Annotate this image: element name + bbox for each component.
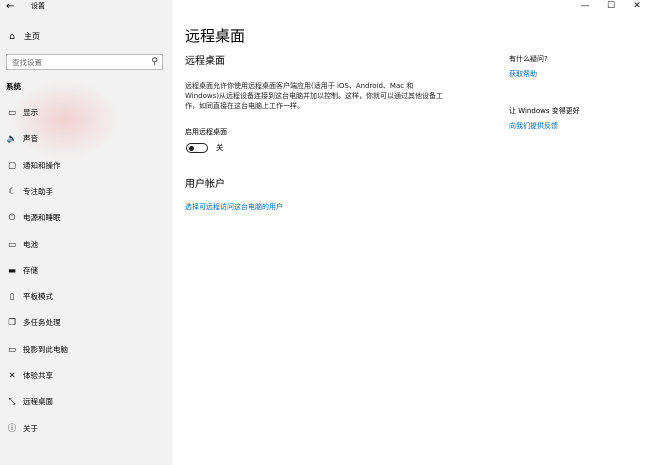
page-title: 远程桌面 xyxy=(185,27,246,45)
close-icon[interactable]: ✕ xyxy=(624,0,650,14)
multitasking-icon: ❐ xyxy=(8,318,16,329)
sidebar-item-remote-desktop[interactable]: ⤡ 远程桌面 xyxy=(0,393,172,411)
sidebar-item-label: 通知和操作 xyxy=(23,160,61,170)
sidebar-item-about[interactable]: ⓘ 关于 xyxy=(0,420,172,438)
app-title: 设置 xyxy=(31,2,45,10)
sidebar-item-label: 电池 xyxy=(23,239,38,249)
info-icon: ⓘ xyxy=(7,423,17,434)
sidebar-item-sound[interactable]: 🔈 声音 xyxy=(0,130,172,148)
shared-experiences-icon: ✕ xyxy=(8,371,16,381)
title-bar: ← 设置 xyxy=(0,0,172,14)
sidebar-item-shared-experiences[interactable]: ✕ 体验共享 xyxy=(0,367,172,385)
sidebar-item-projecting[interactable]: ▭ 投影到此电脑 xyxy=(0,341,172,359)
home-icon: ⌂ xyxy=(9,32,15,42)
sidebar-item-battery[interactable]: ▭ 电池 xyxy=(0,236,172,254)
section-title-remote-desktop: 远程桌面 xyxy=(185,56,225,67)
search-icon[interactable]: ⚲ xyxy=(151,56,158,68)
home-label: 主页 xyxy=(24,32,40,41)
give-feedback-link[interactable]: 向我们提供反馈 xyxy=(509,121,558,131)
minimize-icon[interactable]: — xyxy=(572,0,598,14)
sidebar-item-notifications[interactable]: ▢ 通知和操作 xyxy=(0,157,172,175)
toggle-state-label: 关 xyxy=(216,143,224,152)
speaker-icon: 🔈 xyxy=(6,134,18,145)
battery-icon: ▭ xyxy=(7,239,17,250)
notification-icon: ▢ xyxy=(7,160,17,171)
sidebar-item-label: 投影到此电脑 xyxy=(23,344,68,354)
remote-desktop-icon: ⤡ xyxy=(8,397,16,408)
monitor-icon: ▭ xyxy=(7,108,17,118)
section-title-user-accounts: 用户帐户 xyxy=(185,179,225,190)
select-users-link[interactable]: 选择可远程访问这台电脑的用户 xyxy=(185,202,283,212)
storage-icon: ▬ xyxy=(7,265,17,276)
moon-icon: ☾ xyxy=(8,186,16,197)
back-arrow-icon[interactable]: ← xyxy=(6,0,14,13)
sidebar-item-display[interactable]: ▭ 显示 xyxy=(0,104,172,122)
enable-remote-desktop-label: 启用远程桌面 xyxy=(185,128,227,136)
sidebar-item-label: 远程桌面 xyxy=(23,397,53,407)
main-content: — ☐ ✕ 远程桌面 远程桌面 远程桌面允许你使用远程桌面客户端应用(适用于 i… xyxy=(172,0,650,465)
sidebar-item-label: 声音 xyxy=(23,134,38,144)
get-help-link[interactable]: 获取帮助 xyxy=(509,69,537,79)
section-label-system: 系统 xyxy=(6,82,21,91)
help-question-heading: 有什么疑问? xyxy=(509,55,548,63)
sidebar-item-label: 多任务处理 xyxy=(23,318,61,328)
remote-desktop-toggle[interactable] xyxy=(186,143,208,153)
sidebar-item-label: 显示 xyxy=(23,108,38,117)
search-input[interactable] xyxy=(12,57,142,67)
remote-desktop-description: 远程桌面允许你使用远程桌面客户端应用(适用于 iOS、Android、Mac 和… xyxy=(185,82,443,110)
sidebar: ← 设置 ⌂ 主页 ⚲ 系统 ▭ 显示 🔈 声音 ▢ 通知和操作 ☾ 专注助手 … xyxy=(0,0,172,465)
sidebar-item-label: 存储 xyxy=(23,265,38,275)
sidebar-item-focus-assist[interactable]: ☾ 专注助手 xyxy=(0,183,172,201)
sidebar-item-label: 平板模式 xyxy=(23,292,53,302)
power-icon: ⏻ xyxy=(8,213,16,224)
sidebar-item-tablet-mode[interactable]: ▯ 平板模式 xyxy=(0,288,172,306)
sidebar-item-label: 体验共享 xyxy=(23,371,53,380)
search-box[interactable]: ⚲ xyxy=(6,54,163,70)
sidebar-item-label: 电源和睡眠 xyxy=(23,213,61,223)
sidebar-item-label: 关于 xyxy=(23,423,38,433)
tablet-icon: ▯ xyxy=(9,292,15,303)
sidebar-item-multitasking[interactable]: ❐ 多任务处理 xyxy=(0,314,172,332)
projector-icon: ▭ xyxy=(7,344,17,355)
sidebar-item-storage[interactable]: ▬ 存储 xyxy=(0,262,172,280)
improve-windows-heading: 让 Windows 变得更好 xyxy=(509,107,580,115)
home-nav-item[interactable]: ⌂ 主页 xyxy=(6,31,40,43)
sidebar-item-label: 专注助手 xyxy=(23,186,53,196)
toggle-knob xyxy=(189,145,194,151)
maximize-icon[interactable]: ☐ xyxy=(598,0,624,14)
window-controls: — ☐ ✕ xyxy=(572,0,650,14)
sidebar-item-power-sleep[interactable]: ⏻ 电源和睡眠 xyxy=(0,209,172,227)
